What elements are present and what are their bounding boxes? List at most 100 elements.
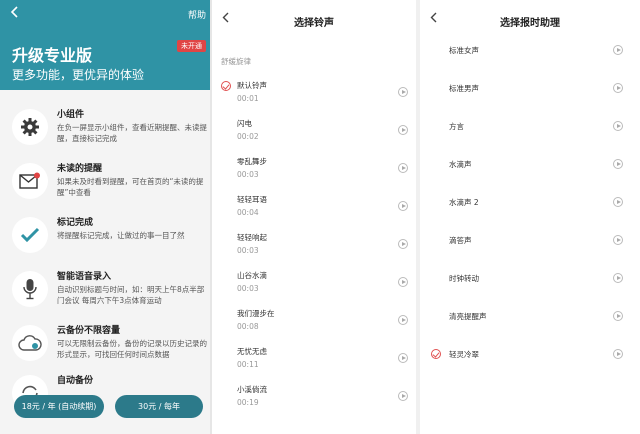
gear-icon	[12, 109, 48, 145]
assistant-header: 选择报时助理	[420, 0, 640, 42]
feature-unread: 未读的提醒 如果未及时看到提醒，可在首页的“未读的提醒”中查看	[0, 157, 210, 209]
play-icon[interactable]	[613, 349, 623, 359]
assistant-name: 滴答声	[449, 236, 472, 245]
assistant-row[interactable]: 水滴声	[420, 158, 640, 178]
selected-check-icon	[431, 349, 441, 359]
assistant-name: 轻灵冷翠	[449, 350, 479, 359]
ringtone-row[interactable]: 我们漫步在 00:08	[212, 308, 416, 342]
help-link[interactable]: 帮助	[188, 8, 206, 21]
feature-voice: 智能语音录入 自动识别标题与时间，如：明天上午8点半部门会议 每周六下午3点体育…	[0, 265, 210, 317]
play-icon[interactable]	[398, 201, 408, 211]
ringtone-row[interactable]: 轻轻响起 00:03	[212, 232, 416, 266]
play-icon[interactable]	[398, 277, 408, 287]
upgrade-title: 升级专业版	[12, 46, 93, 65]
feature-desc: 可以无限制云备份，备份的记录以历史记录的形式显示，可找回任何时间点数据	[57, 339, 207, 359]
envelope-alert-icon	[12, 163, 48, 199]
upgrade-banner: 帮助 未开通 升级专业版 更多功能，更优异的体验	[0, 0, 210, 90]
play-icon[interactable]	[398, 125, 408, 135]
ringtone-duration: 00:19	[237, 398, 259, 407]
assistant-name: 标准女声	[449, 46, 479, 55]
ringtone-name: 无忧无虑	[237, 347, 267, 356]
assistant-row[interactable]: 清亮提醒声	[420, 310, 640, 330]
feature-mark-done: 标记完成 将提醒标记完成，让做过的事一目了然	[0, 211, 210, 263]
assistant-row[interactable]: 标准男声	[420, 82, 640, 102]
subscribe-annual-auto-button[interactable]: 18元 / 年 (自动续期)	[14, 395, 104, 418]
feature-desc: 在负一屏显示小组件，查看近期提醒、未读提醒，直接标记完成	[57, 123, 207, 143]
ringtone-name: 轻轻响起	[237, 233, 267, 242]
ringtone-name: 默认铃声	[237, 81, 267, 90]
upgrade-subtitle: 更多功能，更优异的体验	[12, 68, 145, 82]
feature-desc: 自动识别标题与时间，如：明天上午8点半部门会议 每周六下午3点体育运动	[57, 285, 205, 305]
feature-desc: 将提醒标记完成，让做过的事一目了然	[57, 231, 185, 240]
ringtone-row[interactable]: 零乱舞步 00:03	[212, 156, 416, 190]
feature-title: 标记完成	[57, 218, 94, 228]
checkmark-icon	[12, 217, 48, 253]
play-icon[interactable]	[613, 311, 623, 321]
play-icon[interactable]	[613, 83, 623, 93]
subscribe-annual-button[interactable]: 30元 / 每年	[115, 395, 203, 418]
assistant-row[interactable]: 滴答声	[420, 234, 640, 254]
assistant-row[interactable]: 标准女声	[420, 44, 640, 64]
play-icon[interactable]	[398, 391, 408, 401]
assistant-panel: 选择报时助理 标准女声标准男声方言水滴声水滴声 2 滴答声时钟转动清亮提醒声轻灵冷…	[420, 0, 640, 434]
ringtone-row[interactable]: 轻轻耳语 00:04	[212, 194, 416, 228]
ringtone-name: 零乱舞步	[237, 157, 267, 166]
microphone-icon	[12, 271, 48, 307]
ringtone-duration: 00:03	[237, 284, 259, 293]
ringtone-duration: 00:02	[237, 132, 259, 141]
back-icon[interactable]	[10, 6, 18, 22]
ringtone-duration: 00:03	[237, 170, 259, 179]
assistant-name: 水滴声 2	[449, 198, 479, 207]
ringtone-duration: 00:08	[237, 322, 259, 331]
feature-cloud: 云备份不限容量 可以无限制云备份，备份的记录以历史记录的形式显示，可找回任何时间…	[0, 319, 210, 371]
assistant-row[interactable]: 水滴声 2	[420, 196, 640, 216]
not-activated-badge: 未开通	[177, 40, 206, 52]
ringtone-row[interactable]: 小溪倘流 00:19	[212, 384, 416, 418]
play-icon[interactable]	[613, 159, 623, 169]
ringtone-row[interactable]: 闪电 00:02	[212, 118, 416, 152]
ringtone-name: 闪电	[237, 119, 252, 128]
ringtone-name: 轻轻耳语	[237, 195, 267, 204]
ringtone-name: 小溪倘流	[237, 385, 267, 394]
ringtone-duration: 00:03	[237, 246, 259, 255]
play-icon[interactable]	[613, 45, 623, 55]
play-icon[interactable]	[613, 121, 623, 131]
page-title: 选择报时助理	[500, 18, 560, 29]
assistant-name: 方言	[449, 122, 464, 131]
play-icon[interactable]	[398, 315, 408, 325]
cloud-icon	[12, 325, 48, 361]
assistant-row[interactable]: 轻灵冷翠	[420, 348, 640, 368]
feature-title: 自动备份	[57, 376, 94, 386]
feature-title: 未读的提醒	[57, 164, 103, 174]
ringtone-name: 我们漫步在	[237, 309, 275, 318]
assistant-name: 水滴声	[449, 160, 472, 169]
assistant-name: 清亮提醒声	[449, 312, 487, 321]
ringtone-duration: 00:11	[237, 360, 259, 369]
play-icon[interactable]	[398, 163, 408, 173]
ringtone-panel: 选择铃声 舒缓旋律 默认铃声 00:01 闪电 00:02 零乱舞步 00:03 轻轻耳语 0…	[212, 0, 416, 434]
play-icon[interactable]	[613, 273, 623, 283]
play-icon[interactable]	[398, 239, 408, 249]
play-icon[interactable]	[613, 235, 623, 245]
feature-desc: 如果未及时看到提醒，可在首页的“未读的提醒”中查看	[57, 177, 204, 197]
play-icon[interactable]	[398, 353, 408, 363]
feature-widget: 小组件 在负一屏显示小组件，查看近期提醒、未读提醒，直接标记完成	[0, 103, 210, 155]
play-icon[interactable]	[613, 197, 623, 207]
ringtone-header: 选择铃声	[212, 0, 416, 42]
upgrade-panel: 帮助 未开通 升级专业版 更多功能，更优异的体验 小组件 在负一屏显示小组件，查…	[0, 0, 210, 434]
ringtone-duration: 00:01	[237, 94, 259, 103]
ringtone-row[interactable]: 山谷水滴 00:03	[212, 270, 416, 304]
play-icon[interactable]	[398, 87, 408, 97]
assistant-name: 时钟转动	[449, 274, 479, 283]
ringtone-row[interactable]: 默认铃声 00:01	[212, 80, 416, 114]
assistant-row[interactable]: 方言	[420, 120, 640, 140]
ringtone-row[interactable]: 无忧无虑 00:11	[212, 346, 416, 380]
section-label: 舒缓旋律	[221, 57, 251, 66]
feature-title: 云备份不限容量	[57, 326, 121, 336]
page-title: 选择铃声	[294, 18, 334, 29]
assistant-row[interactable]: 时钟转动	[420, 272, 640, 292]
ringtone-duration: 00:04	[237, 208, 259, 217]
feature-title: 小组件	[57, 110, 85, 120]
feature-title: 智能语音录入	[57, 272, 112, 282]
selected-check-icon	[221, 81, 231, 91]
